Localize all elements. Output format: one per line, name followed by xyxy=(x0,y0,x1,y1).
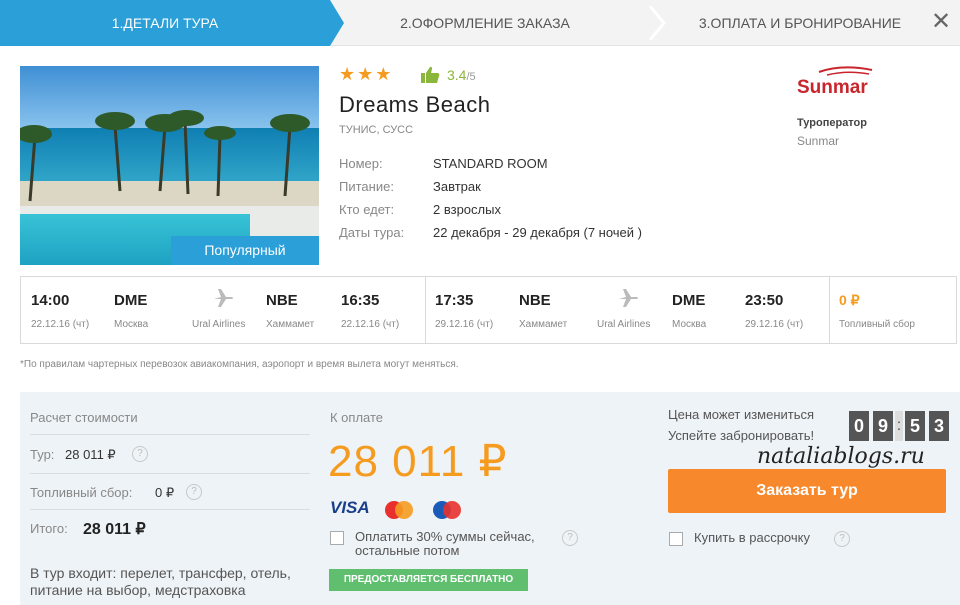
total-label: Итого: xyxy=(30,521,68,536)
free-badge: ПРЕДОСТАВЛЯЕТСЯ БЕСПЛАТНО xyxy=(329,569,528,591)
flight-divider xyxy=(829,277,830,343)
partial-payment-label-2: остальные потом xyxy=(355,543,460,558)
room-value: STANDARD ROOM xyxy=(433,156,548,171)
info-icon[interactable]: ? xyxy=(186,484,202,500)
installment-label[interactable]: Купить в рассрочку xyxy=(694,531,810,545)
hurry-text: Успейте забронировать! xyxy=(668,428,815,443)
travelers-label: Кто едет: xyxy=(339,202,395,217)
hotel-stars: ★★★ xyxy=(339,64,394,84)
price-change-text: Цена может измениться xyxy=(668,407,815,422)
step-tour-details[interactable]: 1.ДЕТАЛИ ТУРА xyxy=(0,0,344,46)
return-arr-date: 29.12.16 (чт) xyxy=(745,319,804,330)
visa-logo: VISA xyxy=(330,498,370,517)
timer-digit: 0 xyxy=(849,411,869,441)
meal-label: Питание: xyxy=(339,179,394,194)
return-dep-code: NBE xyxy=(519,292,551,309)
flights-panel: 14:00 22.12.16 (чт) DME Москва Ural Airl… xyxy=(20,276,957,344)
order-tour-button[interactable]: Заказать тур xyxy=(668,469,946,513)
sunmar-logo: Sunmar xyxy=(797,66,873,98)
fuel-label: Топливный сбор: xyxy=(30,485,133,500)
return-arr-time: 23:50 xyxy=(745,292,784,309)
meal-value: Завтрак xyxy=(433,179,481,194)
dates-label: Даты тура: xyxy=(339,225,405,240)
price-panel: Расчет стоимости Тур: 28 011 ₽ ? Топливн… xyxy=(20,392,960,605)
return-airline: Ural Airlines xyxy=(597,319,651,330)
mastercard-icon xyxy=(385,501,413,519)
dates-value: 22 декабря - 29 декабря (7 ночей ) xyxy=(433,225,642,240)
svg-text:Sunmar: Sunmar xyxy=(797,77,868,98)
return-dep-date: 29.12.16 (чт) xyxy=(435,319,494,330)
watermark: nataliablogs.ru xyxy=(757,444,925,469)
hotel-location: ТУНИС, СУСС xyxy=(339,124,414,136)
return-arr-code: DME xyxy=(672,292,706,309)
divider xyxy=(30,509,310,510)
popular-badge: Популярный xyxy=(171,236,319,265)
timer-digit: 3 xyxy=(929,411,949,441)
timer-colon: : xyxy=(895,411,903,441)
outbound-arr-time: 16:35 xyxy=(341,292,380,309)
tour-value: 28 011 ₽ xyxy=(65,447,116,462)
info-icon[interactable]: ? xyxy=(562,530,578,546)
outbound-dep-code: DME xyxy=(114,292,148,309)
hotel-rating: 3.4/5 xyxy=(447,67,476,83)
info-icon[interactable]: ? xyxy=(834,531,850,547)
travelers-value: 2 взрослых xyxy=(433,202,501,217)
fuel-value: 0 ₽ xyxy=(155,485,175,500)
partial-payment-label[interactable]: Оплатить 30% суммы сейчас, xyxy=(355,530,535,544)
rating-value: 3.4 xyxy=(447,67,467,83)
charter-note: *По правилам чартерных перевозок авиаком… xyxy=(20,359,459,370)
partial-payment-checkbox[interactable] xyxy=(330,531,344,545)
tour-includes: В тур входит: перелет, трансфер, отель, … xyxy=(30,565,291,598)
pay-label: К оплате xyxy=(330,410,384,425)
outbound-dep-date: 22.12.16 (чт) xyxy=(31,319,90,330)
return-dep-time: 17:35 xyxy=(435,292,474,309)
hotel-name[interactable]: Dreams Beach xyxy=(339,92,491,118)
room-label: Номер: xyxy=(339,156,383,171)
chevron-right-icon xyxy=(648,6,666,40)
step-order-form[interactable]: 2.ОФОРМЛЕНИЕ ЗАКАЗА xyxy=(335,0,635,46)
divider xyxy=(30,473,310,474)
outbound-arr-code: NBE xyxy=(266,292,298,309)
timer-digit: 5 xyxy=(905,411,925,441)
info-icon[interactable]: ? xyxy=(132,446,148,462)
outbound-dep-time: 14:00 xyxy=(31,292,70,309)
calc-title: Расчет стоимости xyxy=(30,410,138,425)
maestro-icon xyxy=(433,501,461,519)
thumbs-up-icon xyxy=(421,66,440,83)
installment-checkbox[interactable] xyxy=(669,532,683,546)
rating-max: /5 xyxy=(466,71,476,83)
close-icon[interactable]: ✕ xyxy=(930,10,952,34)
return-arr-city: Москва xyxy=(672,319,707,330)
outbound-dep-city: Москва xyxy=(114,319,149,330)
tour-label: Тур: xyxy=(30,447,55,462)
plane-icon xyxy=(619,289,638,307)
outbound-arr-date: 22.12.16 (чт) xyxy=(341,319,400,330)
fuel-surcharge-value: 0 ₽ xyxy=(839,292,860,308)
booking-steps: 1.ДЕТАЛИ ТУРА 2.ОФОРМЛЕНИЕ ЗАКАЗА 3.ОПЛА… xyxy=(0,0,960,46)
operator-label: Туроператор xyxy=(797,117,867,129)
operator-name: Sunmar xyxy=(797,134,840,148)
outbound-airline: Ural Airlines xyxy=(192,319,246,330)
timer-digit: 9 xyxy=(873,411,893,441)
divider xyxy=(30,434,310,435)
step-payment[interactable]: 3.ОПЛАТА И БРОНИРОВАНИЕ xyxy=(665,0,935,46)
pay-amount: 28 011 ₽ xyxy=(328,437,508,486)
outbound-arr-city: Хаммамет xyxy=(266,319,315,330)
flight-divider xyxy=(425,277,426,343)
hotel-photo[interactable]: Популярный xyxy=(20,66,319,265)
fuel-surcharge-label: Топливный сбор xyxy=(839,319,915,330)
return-dep-city: Хаммамет xyxy=(519,319,568,330)
plane-icon xyxy=(214,289,233,307)
total-value: 28 011 ₽ xyxy=(83,521,146,538)
